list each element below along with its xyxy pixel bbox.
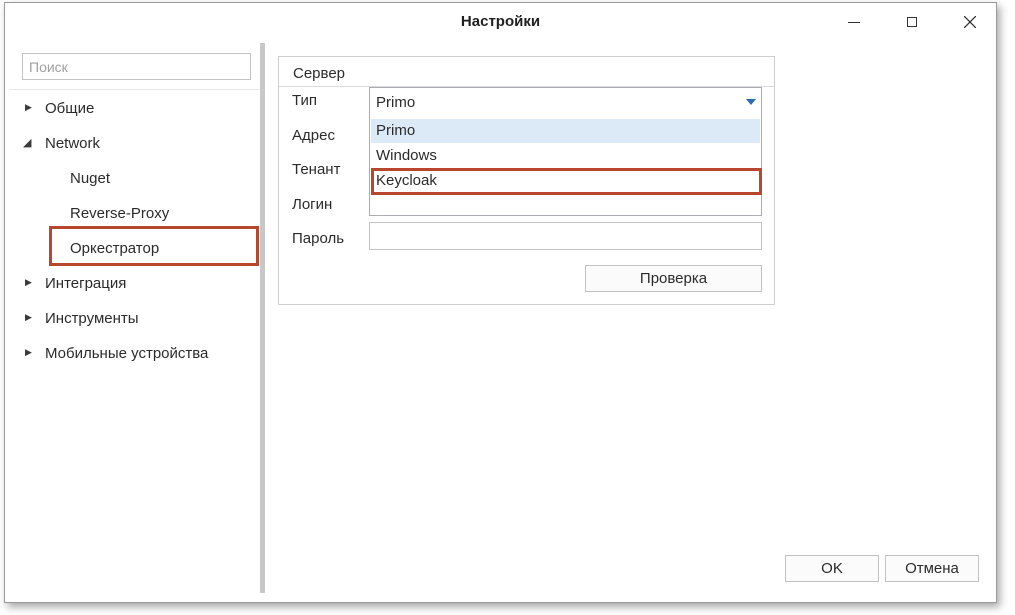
type-dropdown-list: Primo Windows Keycloak xyxy=(369,116,762,216)
tree-item-label: Общие xyxy=(45,99,95,117)
cancel-button[interactable]: Отмена xyxy=(885,555,979,582)
tree-item-label: Инструменты xyxy=(45,309,139,327)
tree-item-label: Nuget xyxy=(70,169,111,187)
tree-item-label: Оркестратор xyxy=(70,239,160,257)
search-input[interactable] xyxy=(22,53,251,80)
close-icon xyxy=(964,16,976,28)
group-title: Сервер xyxy=(293,65,346,82)
search-divider xyxy=(9,89,259,90)
collapse-arrow-icon[interactable]: ◢ xyxy=(23,136,33,149)
password-input[interactable] xyxy=(369,222,762,250)
expand-arrow-icon[interactable]: ▶ xyxy=(25,347,35,358)
maximize-button[interactable] xyxy=(889,3,935,41)
tree-item-label: Reverse-Proxy xyxy=(70,204,170,222)
tree-item-tools[interactable]: ▶ Инструменты xyxy=(25,307,139,329)
ok-button[interactable]: OK xyxy=(785,555,879,582)
settings-window: Настройки ▶ Общие ◢ Network Nuget Revers… xyxy=(4,2,997,603)
password-label: Пароль xyxy=(292,230,345,247)
title-bar: Настройки xyxy=(5,3,996,41)
expand-arrow-icon[interactable]: ▶ xyxy=(25,277,35,288)
dropdown-option-primo[interactable]: Primo xyxy=(371,119,760,143)
tree-item-mobile-devices[interactable]: ▶ Мобильные устройства xyxy=(25,342,209,364)
tree-item-integration[interactable]: ▶ Интеграция xyxy=(25,272,127,294)
type-select-value: Primo xyxy=(376,94,416,111)
tree-item-network[interactable]: ◢ Network xyxy=(23,132,101,154)
tree-item-general[interactable]: ▶ Общие xyxy=(25,97,95,119)
dropdown-arrow-icon[interactable] xyxy=(746,99,756,105)
tree-item-nuget[interactable]: Nuget xyxy=(70,167,110,189)
type-label: Тип xyxy=(292,92,318,109)
tree-item-label: Network xyxy=(45,134,101,152)
close-button[interactable] xyxy=(947,3,993,41)
type-select[interactable]: Primo xyxy=(369,87,762,117)
expand-arrow-icon[interactable]: ▶ xyxy=(25,312,35,323)
minimize-icon xyxy=(848,21,860,23)
tree-item-orchestrator[interactable]: Оркестратор xyxy=(70,237,159,259)
check-button[interactable]: Проверка xyxy=(585,265,762,292)
tenant-label: Тенант xyxy=(292,161,341,178)
tree-item-label: Мобильные устройства xyxy=(45,344,209,362)
tree-item-label: Интеграция xyxy=(45,274,127,292)
maximize-icon xyxy=(907,17,917,27)
login-label: Логин xyxy=(292,196,333,213)
minimize-button[interactable] xyxy=(831,3,877,41)
expand-arrow-icon[interactable]: ▶ xyxy=(25,102,35,113)
address-label: Адрес xyxy=(292,127,335,144)
dropdown-option-windows[interactable]: Windows xyxy=(371,144,760,168)
tree-item-reverse-proxy[interactable]: Reverse-Proxy xyxy=(70,202,169,224)
keycloak-highlight xyxy=(371,168,762,195)
pane-splitter[interactable] xyxy=(260,43,265,593)
